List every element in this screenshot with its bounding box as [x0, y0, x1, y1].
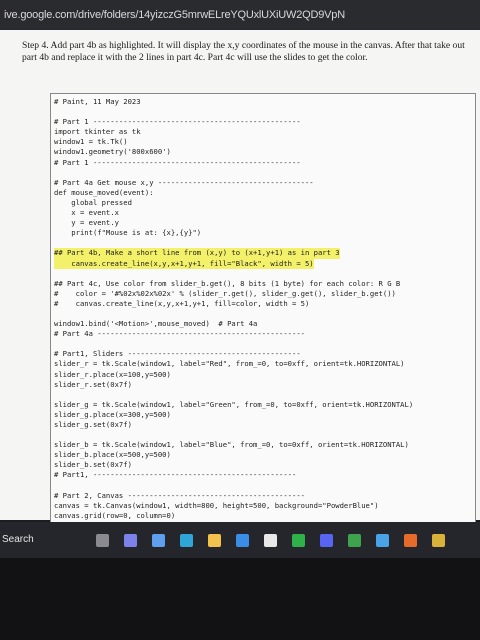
widgets-icon[interactable]: [152, 534, 165, 547]
code-line: # Paint, 11 May 2023: [54, 97, 141, 106]
store-icon[interactable]: [236, 534, 249, 547]
settings-icon[interactable]: [432, 534, 445, 547]
code-line: x = event.x: [54, 208, 119, 218]
highlighted-code: canvas.create_line(x,y,x+1,y+1, fill="Bl…: [54, 258, 314, 269]
code-line: slider_b.set(0x7f): [54, 460, 132, 470]
code-line: slider_b.place(x=500,y=500): [54, 450, 171, 460]
code-line: slider_g.set(0x7f): [54, 420, 132, 429]
code-line: # Part1, Sliders -----------------------…: [54, 349, 301, 359]
firefox-icon[interactable]: [404, 534, 417, 547]
code-line: # Part 2, Canvas -----------------------…: [54, 490, 305, 500]
code-line: # Part 1 -------------------------------…: [54, 157, 301, 167]
code-line: slider_r.place(x=100,y=500): [54, 369, 171, 379]
highlighted-code: ## Part 4b, Make a short line from (x,y)…: [54, 248, 340, 259]
code-line: def mouse_moved(event):: [54, 187, 154, 197]
code-line: # canvas.create_line(x,y,x+1,y+1, fill=c…: [54, 298, 310, 308]
taskbar: Search: [0, 522, 480, 558]
code-line: import tkinter as tk: [54, 127, 141, 137]
app-icon[interactable]: [264, 534, 277, 547]
taskbar-search[interactable]: Search: [2, 534, 34, 545]
code-line: # Part1, -------------------------------…: [54, 470, 297, 480]
url-text: ive.google.com/drive/folders/14yizczG5mr…: [4, 9, 345, 21]
code-line: slider_g.place(x=300,y=500): [54, 409, 171, 419]
code-line: global pressed: [54, 197, 132, 207]
step-instructions: Step 4. Add part 4b as highlighted. It w…: [22, 40, 465, 63]
code-line: y = event.y: [54, 218, 119, 228]
app2-icon[interactable]: [348, 534, 361, 547]
browser-url-bar[interactable]: ive.google.com/drive/folders/14yizczG5mr…: [0, 0, 480, 30]
code-line: slider_r = tk.Scale(window1, label="Red"…: [54, 359, 405, 369]
file-explorer-icon[interactable]: [208, 534, 221, 547]
edge-icon[interactable]: [180, 534, 193, 547]
code-line: # Part 4a ------------------------------…: [54, 329, 305, 339]
code-listing: # Paint, 11 May 2023 # Part 1 -----------…: [50, 93, 476, 525]
code-line: print(f"Mouse is at: {x},{y}"): [54, 228, 202, 238]
chat-icon[interactable]: [124, 534, 137, 547]
code-text: # Paint, 11 May 2023 # Part 1 -----------…: [51, 94, 475, 524]
xbox-icon[interactable]: [292, 534, 305, 547]
code-line: ## Part 4c, Use color from slider_b.get(…: [54, 278, 401, 288]
code-line: window1 = tk.Tk(): [54, 137, 128, 147]
discord-icon[interactable]: [320, 534, 333, 547]
code-line: canvas = tk.Canvas(window1, width=800, h…: [54, 500, 379, 510]
code-line: slider_g = tk.Scale(window1, label="Gree…: [54, 399, 414, 409]
code-line: # color = '#%02x%02x%02x' % (slider_r.ge…: [54, 288, 396, 298]
screen-bezel: [0, 558, 480, 640]
code-line: slider_r.set(0x7f): [54, 379, 132, 389]
code-line: canvas.grid(row=0, column=0): [54, 510, 176, 520]
code-line: window1.geometry('800x600'): [54, 147, 171, 157]
task-view-icon[interactable]: [96, 534, 109, 547]
code-line: ## Part 4b, Make a short line from (x,y)…: [54, 248, 472, 259]
code-line: window1.bind('<Motion>',mouse_moved) # P…: [54, 319, 258, 329]
code-line: canvas.create_line(x,y,x+1,y+1, fill="Bl…: [54, 258, 472, 269]
code-line: # Part 1 -------------------------------…: [54, 117, 301, 127]
code-line: slider_b = tk.Scale(window1, label="Blue…: [54, 440, 409, 450]
mail-icon[interactable]: [376, 534, 389, 547]
code-line: # Part 4a Get mouse x,y ----------------…: [54, 177, 314, 187]
